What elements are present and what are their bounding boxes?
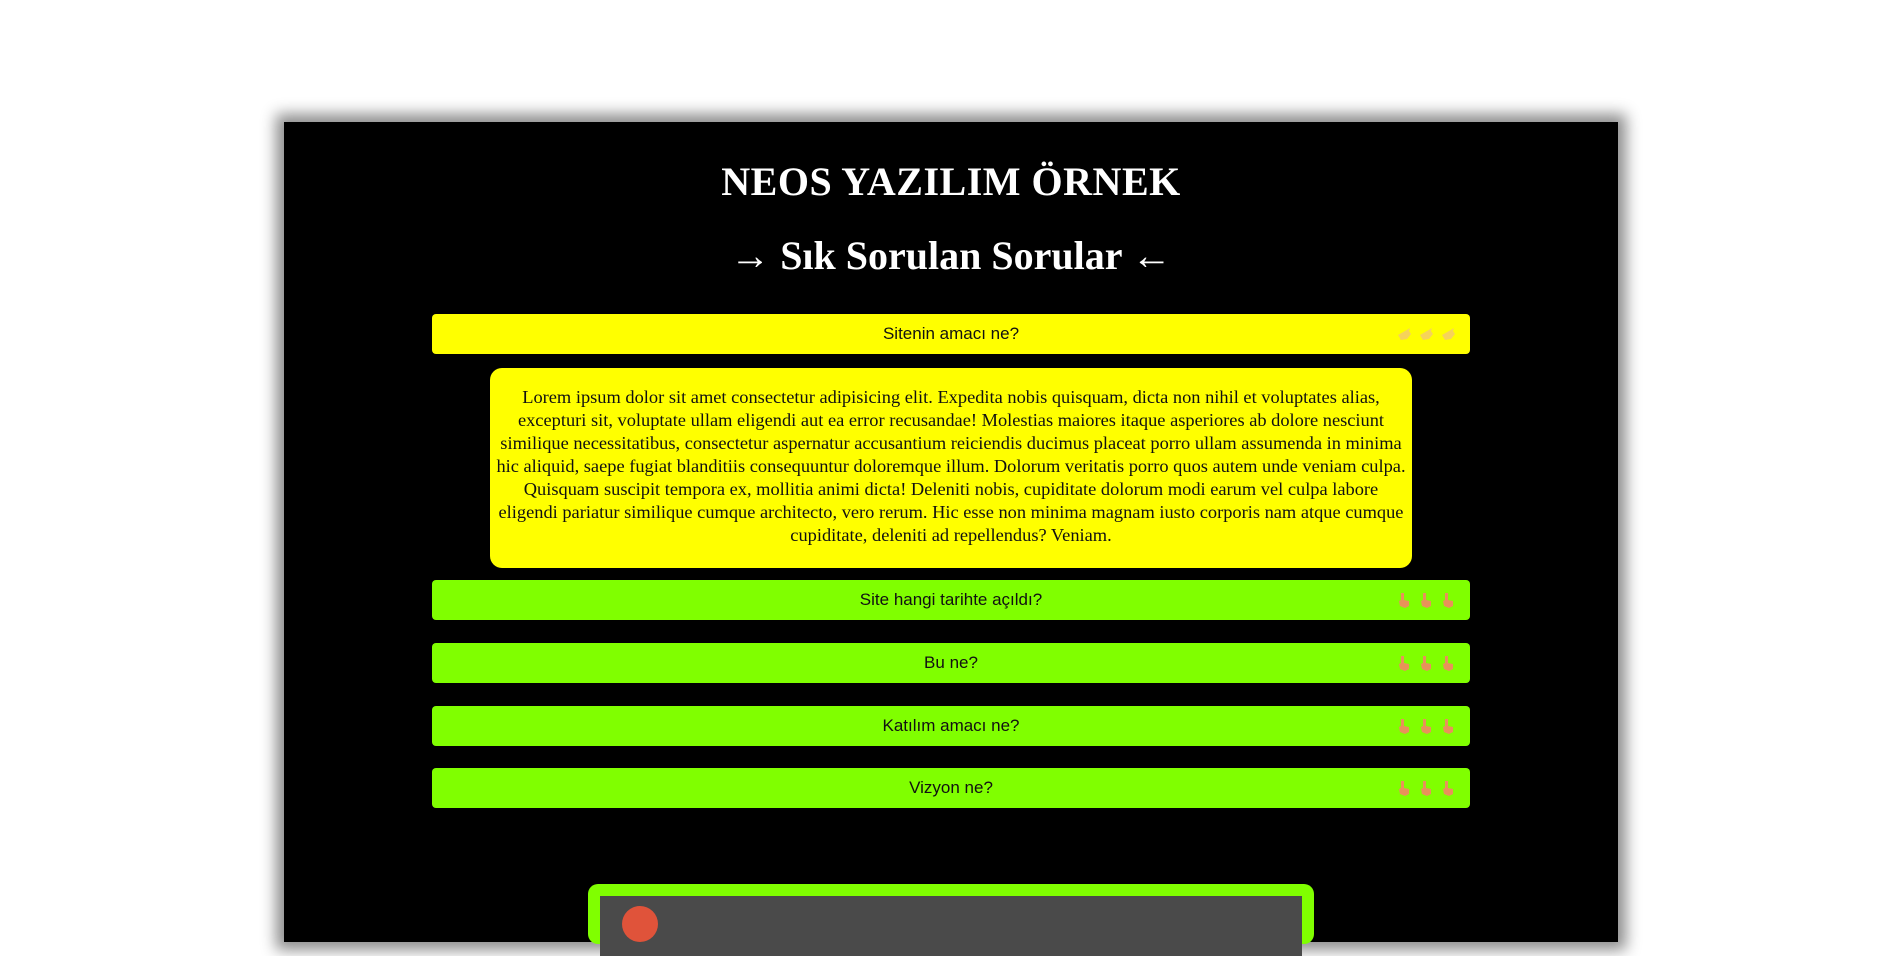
pointing-hand-icon [1398, 328, 1411, 340]
pointing-hand-icon [1420, 328, 1433, 340]
pointing-hand-icon [1421, 719, 1431, 734]
pointing-hand-icon [1399, 593, 1409, 608]
faq-icon-group [1396, 325, 1456, 343]
pointing-hand-icon [1443, 719, 1453, 734]
faq-heading: → Sık Sorulan Sorular ← [730, 233, 1172, 278]
faq-item-what-is-this[interactable]: Bu ne? [432, 643, 1470, 683]
faq-icon-group [1396, 654, 1456, 672]
pointing-hand-icon [1399, 719, 1409, 734]
channel-avatar[interactable] [622, 906, 658, 942]
media-embed-player[interactable] [600, 896, 1302, 956]
site-title: NEOS YAZILIM ÖRNEK [721, 159, 1181, 204]
faq-icon-group [1396, 779, 1456, 797]
pointing-hand-icon [1399, 781, 1409, 796]
faq-question-label: Site hangi tarihte açıldı? [859, 590, 1043, 609]
faq-item-purpose[interactable]: Sitenin amacı ne? [432, 314, 1470, 354]
pointing-hand-icon [1442, 328, 1455, 340]
pointing-hand-icon [1421, 781, 1431, 796]
faq-question-label: Sitenin amacı ne? [882, 324, 1020, 343]
faq-question-label: Bu ne? [924, 653, 978, 672]
faq-item-participation[interactable]: Katılım amacı ne? [432, 706, 1470, 746]
pointing-hand-icon [1443, 593, 1453, 608]
faq-item-launch-date[interactable]: Site hangi tarihte açıldı? [432, 580, 1470, 620]
content-frame: NEOS YAZILIM ÖRNEK → Sık Sorulan Sorular… [284, 122, 1618, 956]
pointing-hand-icon [1443, 656, 1453, 671]
pointing-hand-icon [1421, 593, 1431, 608]
faq-question-label: Vizyon ne? [909, 778, 993, 797]
faq-item-vision[interactable]: Vizyon ne? [432, 768, 1470, 808]
pointing-hand-icon [1399, 656, 1409, 671]
pointing-hand-icon [1421, 656, 1431, 671]
faq-icon-group [1396, 591, 1456, 609]
faq-icon-group [1396, 717, 1456, 735]
faq-question-label: Katılım amacı ne? [882, 716, 1020, 735]
media-embed-frame [588, 884, 1314, 956]
faq-answer-panel: Lorem ipsum dolor sit amet consectetur a… [490, 368, 1412, 568]
pointing-hand-icon [1443, 781, 1453, 796]
